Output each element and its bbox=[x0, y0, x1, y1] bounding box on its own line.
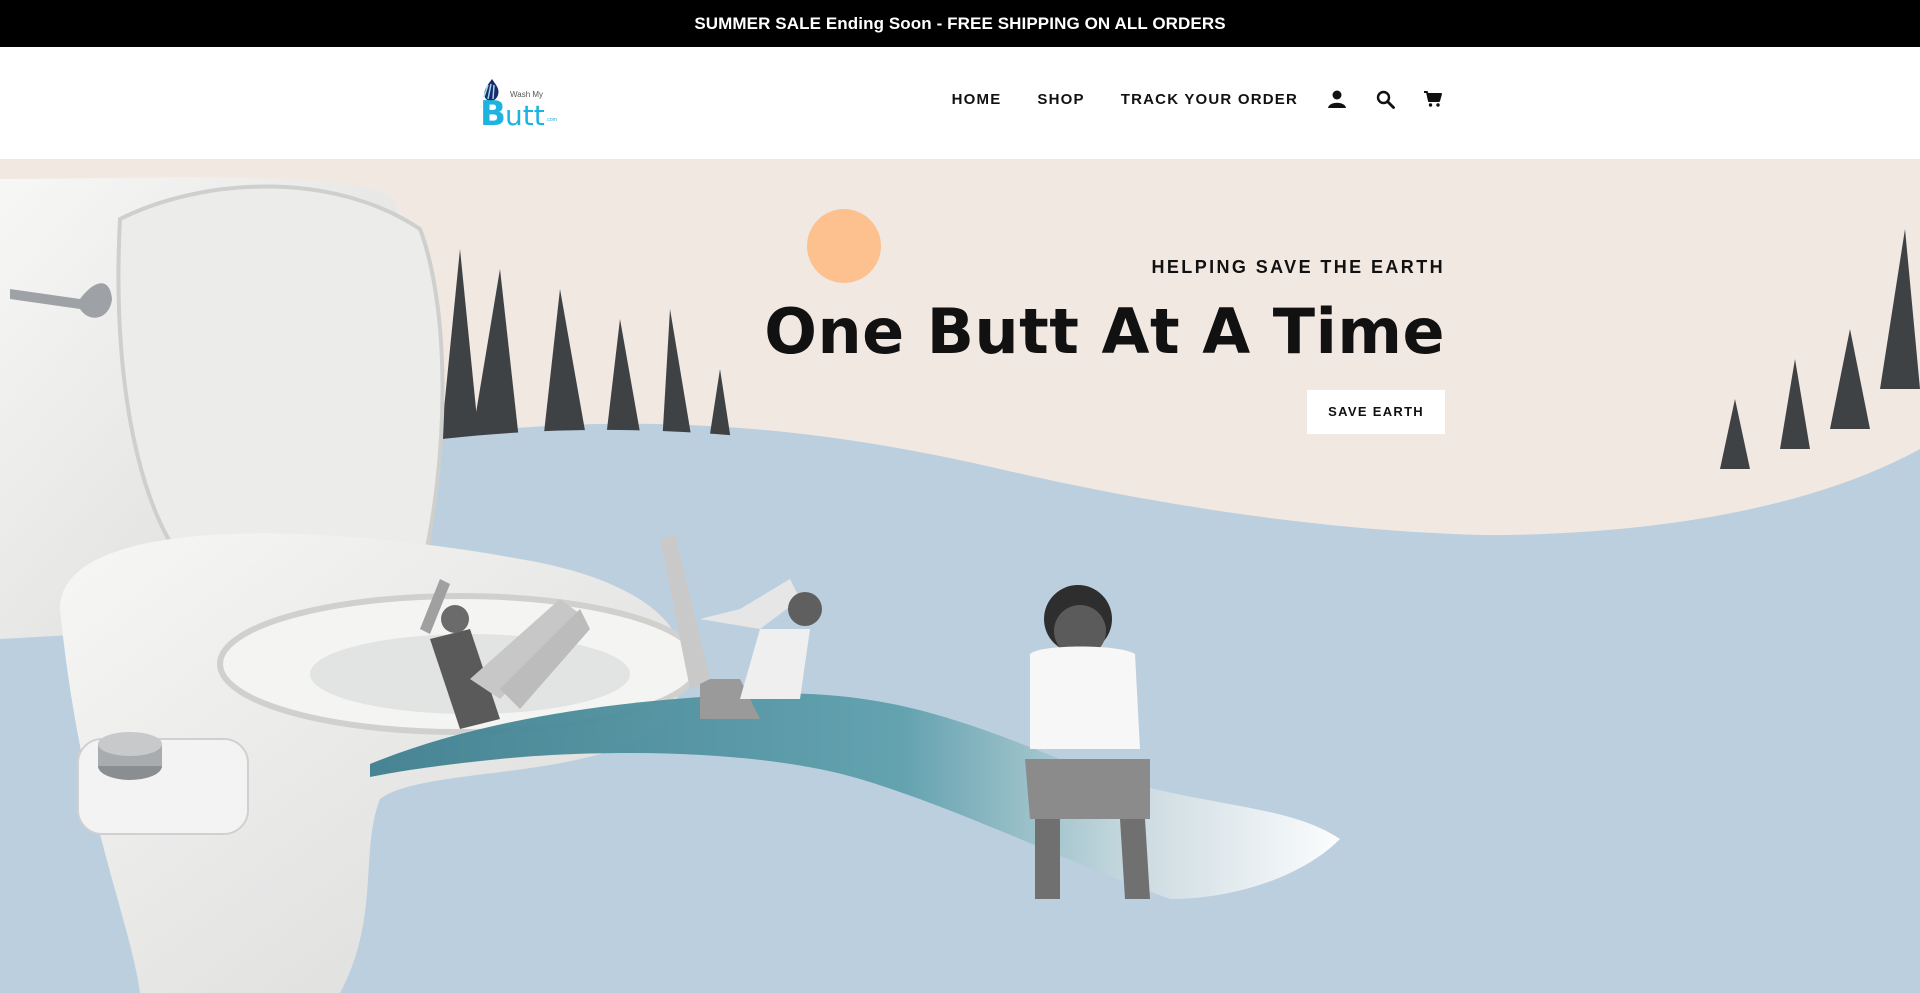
account-icon[interactable] bbox=[1326, 88, 1348, 110]
logo-mark: B utt Wash My .com bbox=[480, 79, 557, 134]
site-header: B utt Wash My .com HOME SHOP TRACK YOUR … bbox=[0, 47, 1920, 159]
site-logo[interactable]: B utt Wash My .com bbox=[478, 75, 558, 134]
cart-icon[interactable] bbox=[1422, 88, 1444, 110]
search-icon[interactable] bbox=[1374, 88, 1396, 110]
svg-text:B: B bbox=[480, 94, 506, 131]
svg-text:Wash My: Wash My bbox=[510, 90, 543, 99]
hero-title: One Butt At A Time bbox=[764, 295, 1445, 368]
save-earth-button[interactable]: SAVE EARTH bbox=[1307, 390, 1445, 435]
hero-banner: HELPING SAVE THE EARTH One Butt At A Tim… bbox=[0, 159, 1920, 993]
hero-kicker: HELPING SAVE THE EARTH bbox=[1151, 257, 1445, 277]
announcement-text: SUMMER SALE Ending Soon - FREE SHIPPING … bbox=[694, 13, 1226, 33]
hero-text-block: HELPING SAVE THE EARTH One Butt At A Tim… bbox=[745, 257, 1445, 435]
announcement-bar: SUMMER SALE Ending Soon - FREE SHIPPING … bbox=[0, 0, 1920, 47]
nav-home[interactable]: HOME bbox=[952, 91, 1002, 108]
svg-text:.com: .com bbox=[546, 117, 557, 123]
main-nav: HOME SHOP TRACK YOUR ORDER bbox=[952, 81, 1444, 117]
svg-text:utt: utt bbox=[505, 99, 545, 131]
nav-track-order[interactable]: TRACK YOUR ORDER bbox=[1121, 91, 1298, 108]
nav-shop[interactable]: SHOP bbox=[1037, 91, 1084, 108]
